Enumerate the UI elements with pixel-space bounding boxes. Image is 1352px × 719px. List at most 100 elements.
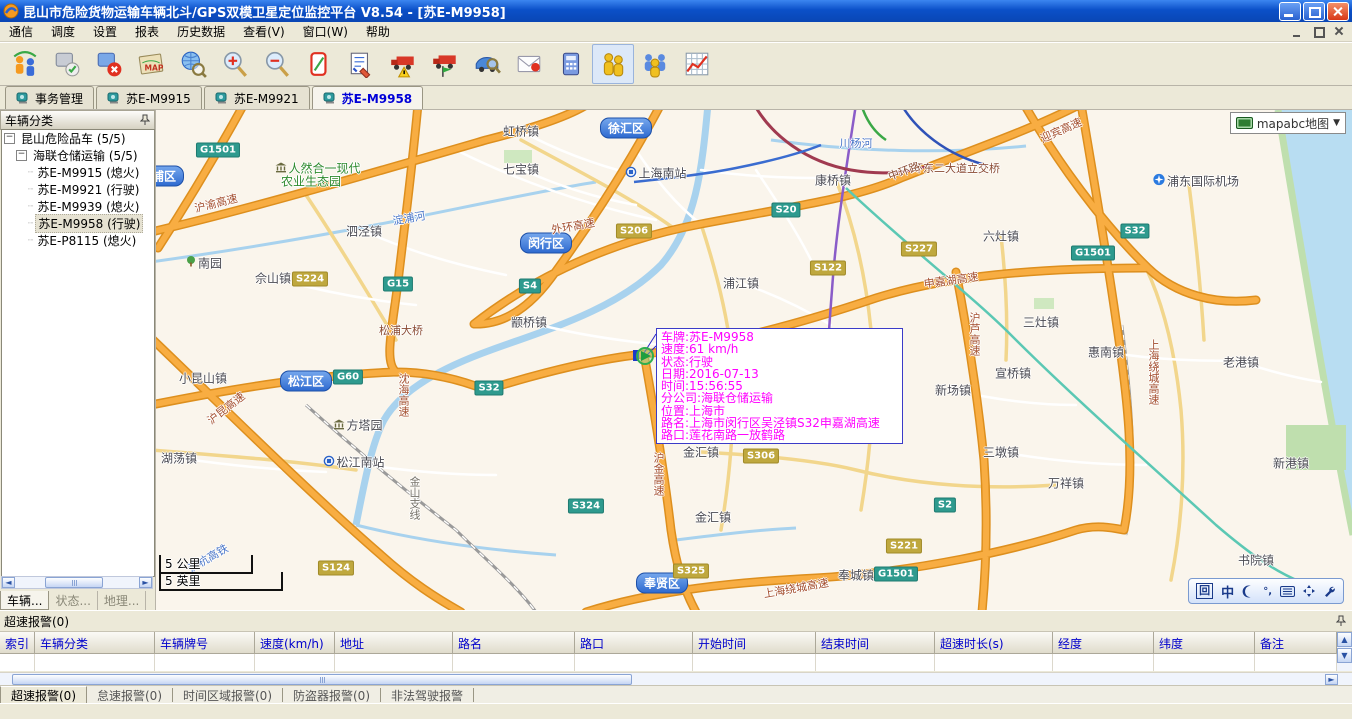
restore-button[interactable]: [1303, 2, 1325, 21]
menu-report[interactable]: 报表: [126, 21, 168, 42]
col-index[interactable]: 索引: [0, 632, 35, 654]
col-duration[interactable]: 超速时长(s): [935, 632, 1053, 654]
sidebar-horizontal-scrollbar[interactable]: ◄ ►: [1, 576, 153, 589]
scroll-right-icon[interactable]: ►: [139, 577, 152, 588]
tree-node-vehicle[interactable]: ┈ 苏E-P8115 (熄火): [28, 232, 154, 249]
alarm-horizontal-scrollbar[interactable]: ►: [0, 672, 1352, 685]
col-latitude[interactable]: 纬度: [1154, 632, 1255, 654]
minimize-button[interactable]: [1279, 2, 1301, 21]
col-vehicle-class[interactable]: 车辆分类: [35, 632, 155, 654]
ime-logo-icon[interactable]: 回: [1196, 583, 1213, 599]
tree-node-group[interactable]: − 海联仓储运输 (5/5): [14, 147, 154, 164]
dispatch-form-icon[interactable]: [340, 44, 382, 84]
monitor-confirm-icon[interactable]: [46, 44, 88, 84]
scroll-handle[interactable]: [12, 674, 632, 685]
menu-history[interactable]: 历史数据: [168, 21, 234, 42]
report-chart-icon[interactable]: [676, 44, 718, 84]
vehicle-query-icon[interactable]: [466, 44, 508, 84]
road-name-label: 松浦大桥: [379, 322, 423, 338]
tree-node-vehicle[interactable]: ┈ 苏E-M9921 (行驶): [28, 181, 154, 198]
tab-overspeed-alarm[interactable]: 超速报警(0): [0, 686, 87, 704]
search-globe-icon[interactable]: [172, 44, 214, 84]
tab-vehicle-m9921[interactable]: 苏E-M9921: [204, 86, 310, 109]
menu-communication[interactable]: 通信: [0, 21, 42, 42]
col-end-time[interactable]: 结束时间: [816, 632, 935, 654]
menu-dispatch[interactable]: 调度: [42, 21, 84, 42]
monitor-close-icon[interactable]: [88, 44, 130, 84]
tab-time-zone-alarm[interactable]: 时间区域报警(0): [173, 686, 282, 704]
map-provider-selector[interactable]: mapabc地图 ▼: [1230, 112, 1346, 134]
tab-idle-alarm[interactable]: 怠速报警(0): [87, 686, 172, 704]
pin-icon[interactable]: [140, 114, 150, 126]
menu-view[interactable]: 查看(V): [234, 21, 294, 42]
town-label: 三墩镇: [983, 444, 1019, 461]
collapse-icon[interactable]: −: [4, 133, 15, 144]
scale-mi: 5 英里: [159, 572, 283, 591]
scroll-left-icon[interactable]: ◄: [2, 577, 15, 588]
tab-vehicle-m9915[interactable]: 苏E-M9915: [96, 86, 202, 109]
tab-geography[interactable]: 地理...: [98, 591, 146, 610]
ime-soft-keyboard-icon[interactable]: [1280, 586, 1295, 597]
col-remark[interactable]: 备注: [1255, 632, 1337, 654]
truck-alarm-icon[interactable]: [382, 44, 424, 84]
tab-status[interactable]: 状态...: [49, 591, 97, 610]
col-address[interactable]: 地址: [335, 632, 453, 654]
tab-illegal-driving-alarm[interactable]: 非法驾驶报警: [381, 686, 473, 704]
mail-icon[interactable]: [508, 44, 550, 84]
map-canvas[interactable]: 浦区徐汇区闵行区松江区奉贤区虹桥镇七宝镇上海南站康桥镇浦东国际机场六灶镇三灶镇惠…: [155, 110, 1352, 610]
town-label: 宣桥镇: [995, 365, 1031, 382]
communication-icon[interactable]: [4, 44, 46, 84]
scroll-down-icon[interactable]: ▼: [1337, 648, 1352, 663]
calculator-icon[interactable]: [550, 44, 592, 84]
town-label: 湖荡镇: [161, 450, 197, 467]
tab-vehicle-list[interactable]: 车辆...: [0, 591, 49, 610]
col-start-time[interactable]: 开始时间: [693, 632, 816, 654]
close-button[interactable]: [1327, 2, 1349, 21]
tree-node-vehicle[interactable]: ┈ 苏E-M9915 (熄火): [28, 164, 154, 181]
pin-icon[interactable]: [1336, 615, 1346, 627]
tab-task-manage[interactable]: 事务管理: [5, 86, 94, 109]
metro-icon: [323, 455, 334, 469]
ime-punctuation-icon[interactable]: °,: [1263, 586, 1272, 597]
col-plate[interactable]: 车辆牌号: [155, 632, 255, 654]
map-icon[interactable]: MAP: [130, 44, 172, 84]
town-label: 浦东国际机场: [1153, 173, 1239, 190]
mdi-restore-button[interactable]: [1310, 24, 1328, 40]
tab-vehicle-m9958[interactable]: 苏E-M9958: [312, 86, 424, 109]
col-speed[interactable]: 速度(km/h): [255, 632, 335, 654]
road-name-label: 沪芦高速: [966, 312, 982, 356]
monitor-icon: [323, 92, 337, 104]
col-longitude[interactable]: 经度: [1053, 632, 1154, 654]
device-icon[interactable]: [298, 44, 340, 84]
ime-chinese-mode[interactable]: 中: [1221, 582, 1234, 601]
tab-antitheft-alarm[interactable]: 防盗器报警(0): [283, 686, 380, 704]
scroll-handle[interactable]: [45, 577, 103, 588]
ime-settings-wrench-icon[interactable]: [1323, 585, 1336, 598]
tree-node-vehicle-selected[interactable]: ┈ 苏E-M9958 (行驶): [28, 215, 154, 232]
zoom-in-icon[interactable]: [214, 44, 256, 84]
truck-track-icon[interactable]: [424, 44, 466, 84]
col-crossing[interactable]: 路口: [575, 632, 693, 654]
collapse-icon[interactable]: −: [16, 150, 27, 161]
ime-fullwidth-moon-icon[interactable]: [1242, 585, 1255, 598]
plane-icon: [1153, 174, 1165, 189]
alarm-vertical-scrollbar[interactable]: ▲ ▼: [1337, 632, 1352, 671]
zoom-out-icon[interactable]: [256, 44, 298, 84]
menu-help[interactable]: 帮助: [357, 21, 399, 42]
users-icon[interactable]: [634, 44, 676, 84]
tree-node-root[interactable]: − 昆山危险品车 (5/5): [2, 130, 154, 147]
scroll-up-icon[interactable]: ▲: [1337, 632, 1352, 647]
map-style-icon: [1236, 117, 1253, 129]
mdi-minimize-button[interactable]: [1289, 24, 1307, 40]
sidebar-bottom-tabs: 车辆... 状态... 地理...: [0, 591, 155, 610]
scroll-right-icon[interactable]: ►: [1325, 674, 1338, 685]
mdi-close-button[interactable]: [1331, 24, 1349, 40]
menu-settings[interactable]: 设置: [84, 21, 126, 42]
menu-window[interactable]: 窗口(W): [294, 21, 357, 42]
personnel-icon[interactable]: [592, 44, 634, 84]
town-label: 老港镇: [1223, 354, 1259, 371]
ime-move-icon[interactable]: [1303, 585, 1315, 597]
town-label: 新场镇: [935, 382, 971, 399]
col-road[interactable]: 路名: [453, 632, 575, 654]
tree-node-vehicle[interactable]: ┈ 苏E-M9939 (熄火): [28, 198, 154, 215]
